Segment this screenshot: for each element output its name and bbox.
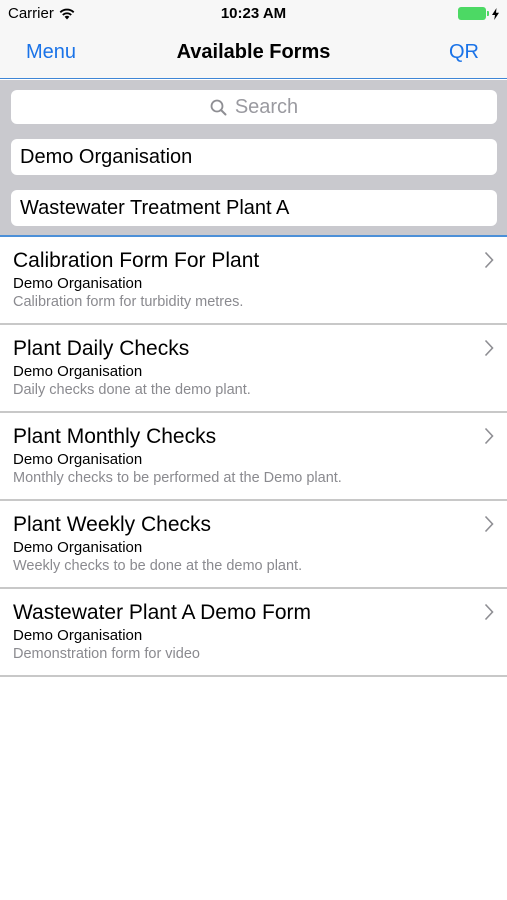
chevron-right-icon: [484, 339, 494, 357]
form-description: Demonstration form for video: [13, 646, 200, 662]
search-input[interactable]: Search: [11, 90, 497, 124]
status-time: 10:23 AM: [220, 5, 287, 22]
form-organisation: Demo Organisation: [13, 539, 143, 556]
status-bar: Carrier 10:23 AM: [0, 0, 507, 28]
form-title: Wastewater Plant A Demo Form: [13, 601, 311, 624]
search-icon: [210, 99, 227, 115]
form-title: Plant Weekly Checks: [13, 513, 212, 536]
form-organisation: Demo Organisation: [13, 363, 143, 380]
battery-indicator: [458, 7, 499, 20]
form-title: Calibration Form For Plant: [13, 249, 260, 272]
list-item[interactable]: Plant Weekly Checks Demo Organisation We…: [0, 501, 507, 589]
form-description: Calibration form for turbidity metres.: [13, 294, 244, 310]
form-description: Weekly checks to be done at the demo pla…: [13, 558, 303, 574]
plant-field[interactable]: Wastewater Treatment Plant A: [11, 190, 497, 226]
chevron-right-icon: [484, 603, 494, 621]
form-title: Plant Monthly Checks: [13, 425, 217, 448]
list-item[interactable]: Plant Daily Checks Demo Organisation Dai…: [0, 325, 507, 413]
navigation-bar: Menu Available Forms QR: [0, 28, 507, 79]
forms-list: Calibration Form For Plant Demo Organisa…: [0, 237, 507, 677]
battery-icon: [458, 7, 486, 20]
list-item[interactable]: Plant Monthly Checks Demo Organisation M…: [0, 413, 507, 501]
search-placeholder: Search: [234, 95, 299, 118]
form-description: Daily checks done at the demo plant.: [13, 382, 251, 398]
form-organisation: Demo Organisation: [13, 275, 143, 292]
form-description: Monthly checks to be performed at the De…: [13, 470, 342, 486]
filter-area: Search Demo Organisation Wastewater Trea…: [0, 80, 507, 237]
page-title: Available Forms: [176, 41, 331, 63]
chevron-right-icon: [484, 515, 494, 533]
organisation-field[interactable]: Demo Organisation: [11, 139, 497, 175]
chevron-right-icon: [484, 251, 494, 269]
list-item[interactable]: Calibration Form For Plant Demo Organisa…: [0, 237, 507, 325]
form-organisation: Demo Organisation: [13, 451, 143, 468]
bolt-icon: [492, 7, 499, 20]
form-title: Plant Daily Checks: [13, 337, 190, 360]
list-item[interactable]: Wastewater Plant A Demo Form Demo Organi…: [0, 589, 507, 677]
form-organisation: Demo Organisation: [13, 627, 143, 644]
chevron-right-icon: [484, 427, 494, 445]
qr-button[interactable]: QR: [449, 41, 479, 64]
battery-tip: [487, 11, 489, 16]
